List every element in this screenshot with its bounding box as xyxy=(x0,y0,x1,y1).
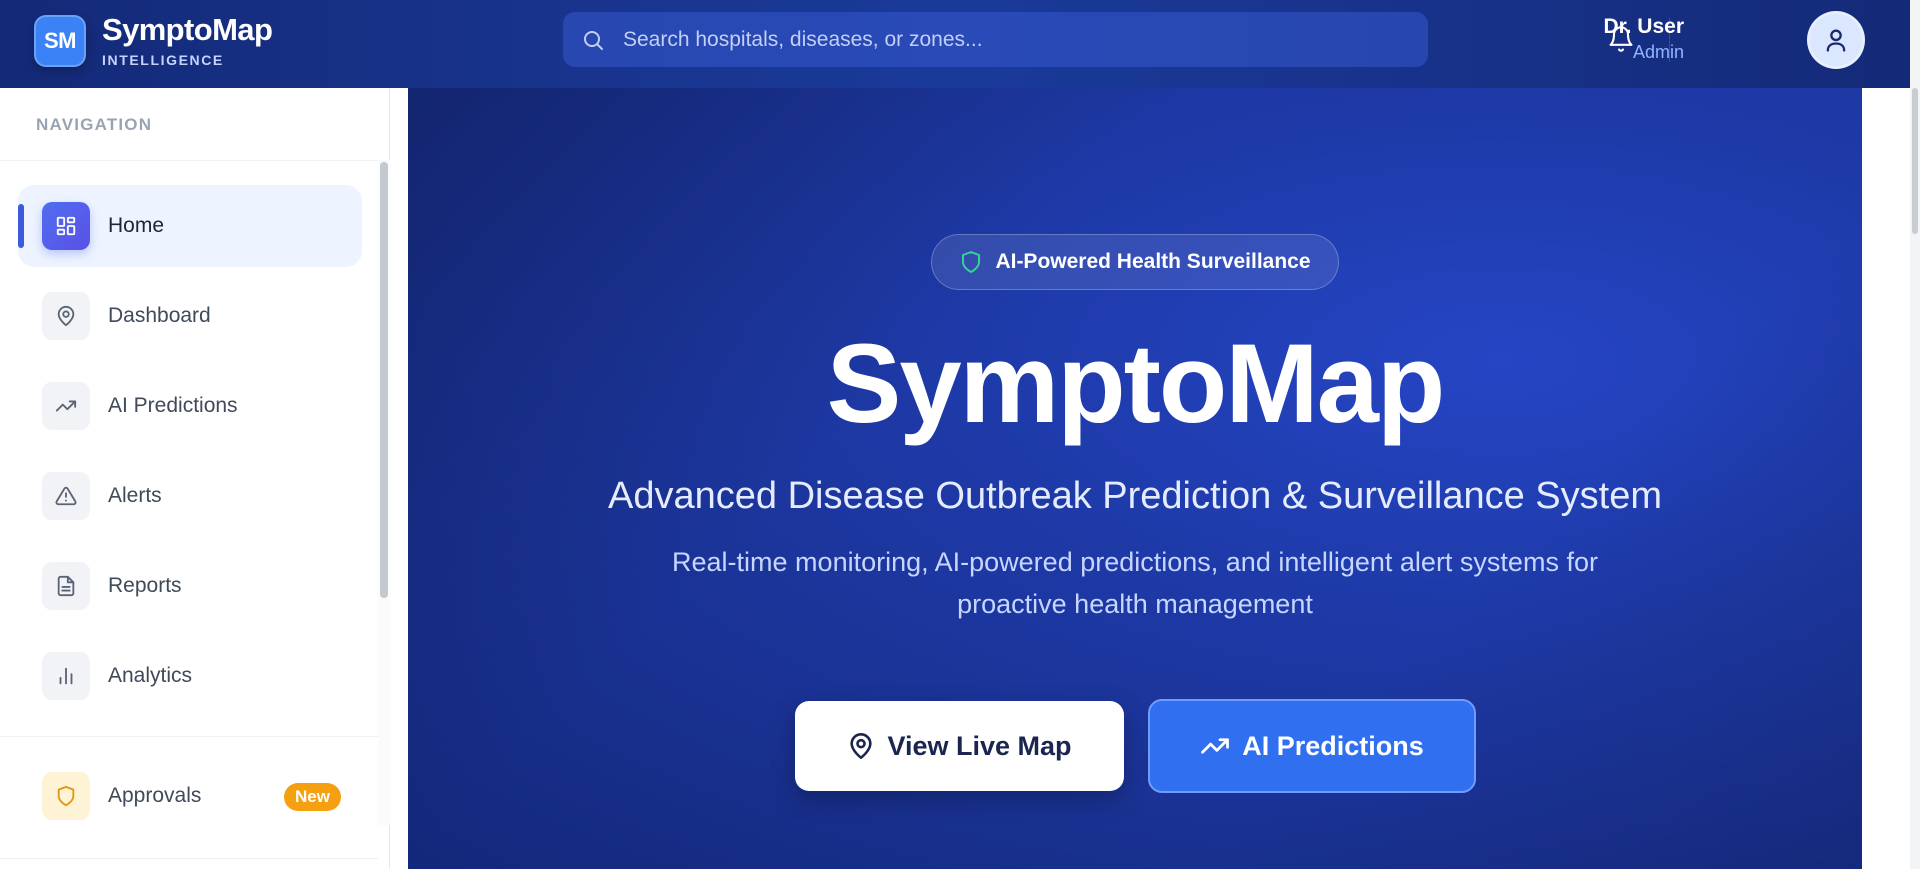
brand-text: SymptoMap INTELLIGENCE xyxy=(102,12,273,69)
sidebar-item-alerts[interactable]: Alerts xyxy=(18,455,362,537)
sidebar-item-home[interactable]: Home xyxy=(18,185,362,267)
sidebar-scrollbar[interactable] xyxy=(380,162,388,598)
ai-predictions-button[interactable]: AI Predictions xyxy=(1148,699,1476,793)
sidebar-item-label: Alerts xyxy=(108,484,162,507)
sidebar-item-label: Approvals xyxy=(108,784,202,807)
sidebar-divider xyxy=(0,736,378,737)
pill-text: AI-Powered Health Surveillance xyxy=(995,250,1311,273)
view-live-map-button[interactable]: View Live Map xyxy=(795,701,1124,791)
sidebar-item-label: Reports xyxy=(108,574,182,597)
avatar[interactable] xyxy=(1807,11,1865,69)
sidebar: NAVIGATION Home Dashboard AI Predictions… xyxy=(0,88,390,869)
trending-up-icon xyxy=(1201,738,1230,754)
sidebar-item-dashboard[interactable]: Dashboard xyxy=(18,275,362,357)
user-role: Admin xyxy=(1632,42,1684,62)
user-icon xyxy=(1826,29,1846,52)
top-header: SM SymptoMap INTELLIGENCE Dr. User Admin xyxy=(0,0,1910,88)
hero-description: Real-time monitoring, AI-powered predict… xyxy=(672,547,1598,619)
brand[interactable]: SM SymptoMap INTELLIGENCE xyxy=(34,12,273,69)
hero-title: SymptoMap xyxy=(826,321,1446,446)
grid-icon xyxy=(42,202,90,250)
logo: SM xyxy=(34,15,86,67)
shield-icon xyxy=(42,772,90,820)
sidebar-item-approvals[interactable]: Approvals New xyxy=(18,755,362,837)
feature-pill: AI-Powered Health Surveillance xyxy=(931,234,1339,290)
hero-section: AI-Powered Health Surveillance SymptoMap… xyxy=(408,88,1862,869)
sidebar-item-label: Analytics xyxy=(108,664,193,687)
map-pin-icon xyxy=(42,292,90,340)
sidebar-divider xyxy=(0,858,378,859)
user-name: Dr. User xyxy=(1603,15,1684,38)
trending-up-icon xyxy=(42,382,90,430)
search-icon xyxy=(584,30,603,50)
sidebar-item-ai-predictions[interactable]: AI Predictions xyxy=(18,365,362,447)
new-badge: New xyxy=(284,783,341,811)
button-label: AI Predictions xyxy=(1242,730,1424,761)
brand-subtitle: INTELLIGENCE xyxy=(102,52,224,68)
hero-subtitle: Advanced Disease Outbreak Prediction & S… xyxy=(608,475,1662,517)
sidebar-item-reports[interactable]: Reports xyxy=(18,545,362,627)
brand-name: SymptoMap xyxy=(102,12,273,47)
warning-triangle-icon xyxy=(42,472,90,520)
bar-chart-icon xyxy=(42,652,90,700)
map-pin-icon xyxy=(850,733,873,759)
document-icon xyxy=(42,562,90,610)
sidebar-divider xyxy=(0,160,378,161)
page-scrollbar[interactable] xyxy=(1912,88,1918,234)
sidebar-item-label: Dashboard xyxy=(108,304,211,327)
shield-icon xyxy=(962,251,981,273)
button-label: View Live Map xyxy=(887,730,1072,761)
active-indicator xyxy=(18,204,24,248)
search-input[interactable] xyxy=(623,27,1403,52)
user-info[interactable]: Dr. User Admin xyxy=(1603,14,1684,64)
sidebar-item-analytics[interactable]: Analytics xyxy=(18,635,362,717)
sidebar-item-label: AI Predictions xyxy=(108,394,238,417)
search-bar[interactable] xyxy=(563,12,1428,67)
sidebar-item-label: Home xyxy=(108,214,165,237)
nav-heading: NAVIGATION xyxy=(36,115,153,134)
